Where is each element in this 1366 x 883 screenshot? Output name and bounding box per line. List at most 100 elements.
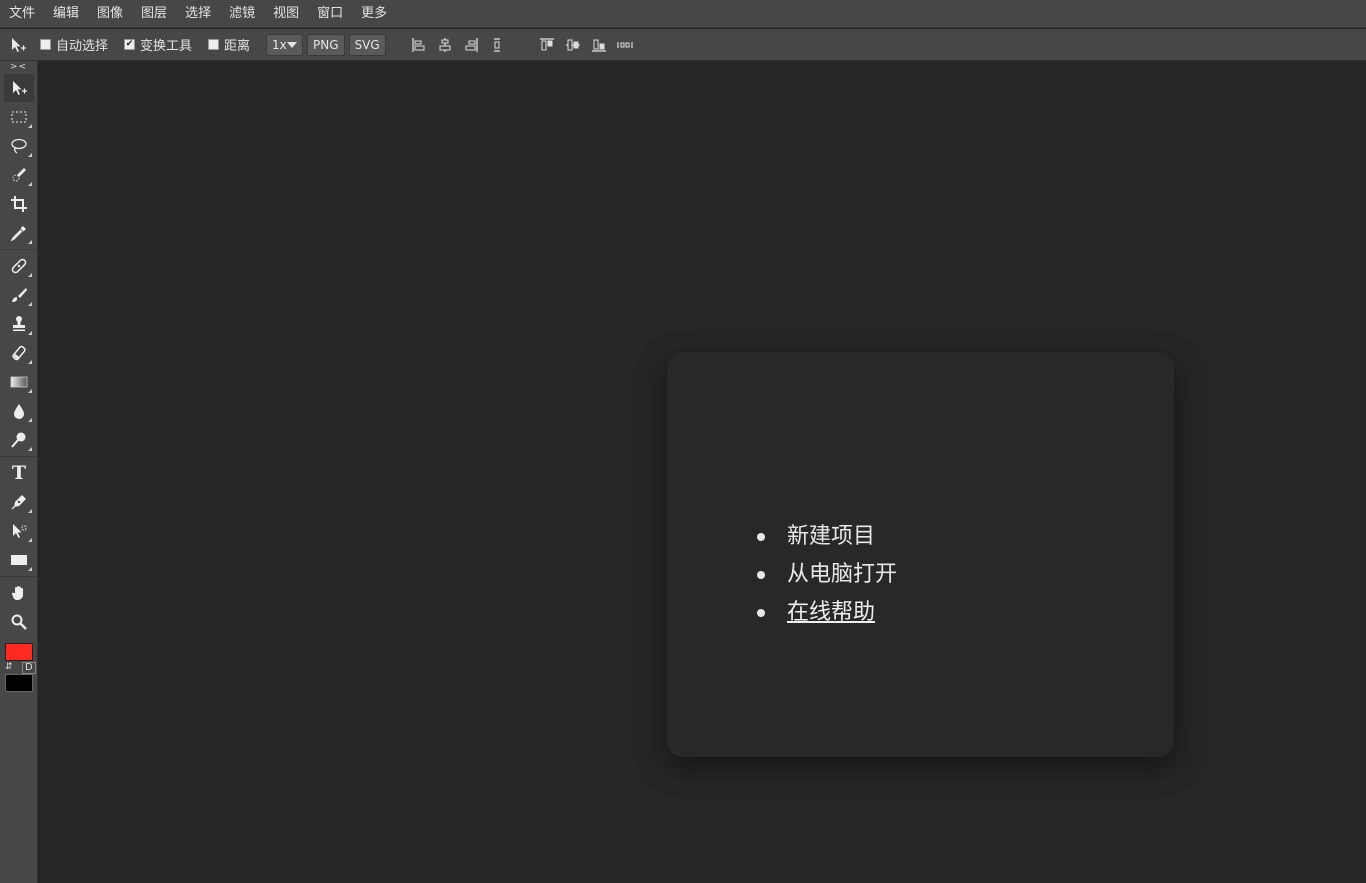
align-top-button[interactable] <box>534 33 560 57</box>
menu-filter[interactable]: 滤镜 <box>220 0 264 28</box>
rectangle-marquee-icon <box>11 111 27 123</box>
menu-layer[interactable]: 图层 <box>132 0 176 28</box>
tool-gradient[interactable] <box>4 368 34 396</box>
foreground-color-swatch[interactable] <box>5 643 33 661</box>
tool-blur[interactable] <box>4 397 34 425</box>
online-help-link[interactable]: 在线帮助 <box>755 594 897 632</box>
align-left-icon <box>412 37 425 52</box>
tool-brush[interactable] <box>4 281 34 309</box>
tool-pen[interactable] <box>4 488 34 516</box>
toolbox-separator <box>0 576 37 577</box>
align-bottom-button[interactable] <box>586 33 612 57</box>
align-bottom-icon <box>591 39 606 52</box>
tool-clone-stamp[interactable] <box>4 310 34 338</box>
distribute-horizontal-icon <box>493 37 500 52</box>
eyedropper-icon <box>10 226 26 242</box>
distribute-vertical-icon <box>617 41 633 48</box>
menu-bar: 文件 编辑 图像 图层 选择 滤镜 视图 窗口 更多 <box>0 0 1366 28</box>
tool-quick-select[interactable] <box>4 161 34 189</box>
tool-path-select[interactable] <box>4 517 34 545</box>
brush-icon <box>12 288 27 302</box>
toolbox-collapse-toggle[interactable]: >< <box>0 61 37 73</box>
menu-more[interactable]: 更多 <box>352 0 396 28</box>
submenu-corner-icon <box>28 360 32 364</box>
align-right-button[interactable] <box>458 33 484 57</box>
crop-icon <box>11 196 27 212</box>
magnifier-icon <box>11 614 27 630</box>
options-bar: 自动选择 ✔ 变换工具 距离 1x PNG SVG <box>0 29 1366 61</box>
export-svg-button[interactable]: SVG <box>348 33 386 56</box>
submenu-corner-icon <box>28 331 32 335</box>
toolbox: >< T ⇵ D <box>0 61 38 883</box>
move-tool-indicator[interactable] <box>4 31 32 59</box>
tool-lasso[interactable] <box>4 132 34 160</box>
menu-select[interactable]: 选择 <box>176 0 220 28</box>
open-from-computer-label: 从电脑打开 <box>787 562 898 587</box>
submenu-corner-icon <box>28 538 32 542</box>
dodge-icon <box>11 432 26 448</box>
submenu-corner-icon <box>28 124 32 128</box>
default-colors-button[interactable]: D <box>22 662 36 674</box>
quick-select-brush-icon <box>12 168 26 182</box>
distance-label: 距离 <box>224 39 251 54</box>
online-help-label: 在线帮助 <box>787 600 876 625</box>
align-horizontal-group <box>406 33 510 57</box>
submenu-corner-icon <box>28 567 32 571</box>
menu-window[interactable]: 窗口 <box>308 0 352 28</box>
open-from-computer-item[interactable]: 从电脑打开 <box>755 556 897 594</box>
auto-select-box[interactable] <box>40 39 51 50</box>
transform-tools-box[interactable]: ✔ <box>124 39 136 50</box>
new-project-item[interactable]: 新建项目 <box>755 518 897 556</box>
align-vertical-group <box>534 33 638 57</box>
move-arrow-icon <box>13 81 27 95</box>
align-center-button[interactable] <box>432 33 458 57</box>
move-arrow-icon <box>12 37 26 52</box>
distribute-vertical-button[interactable] <box>612 33 638 57</box>
tool-dodge[interactable] <box>4 426 34 454</box>
tool-hand[interactable] <box>4 579 34 607</box>
distribute-horizontal-button[interactable] <box>484 33 510 57</box>
tool-crop[interactable] <box>4 190 34 218</box>
transform-tools-label: 变换工具 <box>140 39 193 54</box>
tool-zoom[interactable] <box>4 608 34 636</box>
drop-icon <box>14 404 24 419</box>
swap-colors-icon[interactable]: ⇵ <box>5 662 13 672</box>
start-dialog: 新建项目 从电脑打开 在线帮助 <box>667 352 1174 757</box>
toolbox-separator <box>0 249 37 250</box>
tool-text[interactable]: T <box>4 459 34 487</box>
scale-select[interactable]: 1x <box>266 33 304 56</box>
toolbox-separator <box>0 456 37 457</box>
tool-move[interactable] <box>4 74 34 102</box>
tool-healing-brush[interactable] <box>4 252 34 280</box>
lasso-icon <box>11 138 27 154</box>
text-tool-icon: T <box>11 462 27 484</box>
color-swatches: ⇵ D <box>0 640 38 700</box>
menu-file[interactable]: 文件 <box>0 0 44 28</box>
submenu-corner-icon <box>28 182 32 186</box>
distance-checkbox[interactable]: 距离 <box>208 35 250 54</box>
align-middle-button[interactable] <box>560 33 586 57</box>
menu-edit[interactable]: 编辑 <box>44 0 88 28</box>
submenu-corner-icon <box>28 509 32 513</box>
auto-select-checkbox[interactable]: 自动选择 <box>40 35 108 54</box>
tool-eraser[interactable] <box>4 339 34 367</box>
menu-image[interactable]: 图像 <box>88 0 132 28</box>
submenu-corner-icon <box>28 418 32 422</box>
align-left-button[interactable] <box>406 33 432 57</box>
pen-nib-icon <box>11 495 26 510</box>
auto-select-label: 自动选择 <box>56 39 109 54</box>
align-right-icon <box>465 37 478 52</box>
path-select-arrow-icon <box>13 524 27 538</box>
align-center-icon <box>439 37 451 52</box>
background-color-swatch[interactable] <box>5 674 33 692</box>
distance-box[interactable] <box>208 39 220 50</box>
transform-tools-checkbox[interactable]: ✔ 变换工具 <box>124 35 192 54</box>
export-png-button[interactable]: PNG <box>307 33 345 56</box>
align-top-icon <box>539 37 554 50</box>
menu-view[interactable]: 视图 <box>264 0 308 28</box>
submenu-corner-icon <box>28 302 32 306</box>
tool-rectangle-select[interactable] <box>4 103 34 131</box>
tool-eyedropper[interactable] <box>4 219 34 247</box>
tool-shape-rectangle[interactable] <box>4 546 34 574</box>
new-project-label: 新建项目 <box>787 524 876 549</box>
